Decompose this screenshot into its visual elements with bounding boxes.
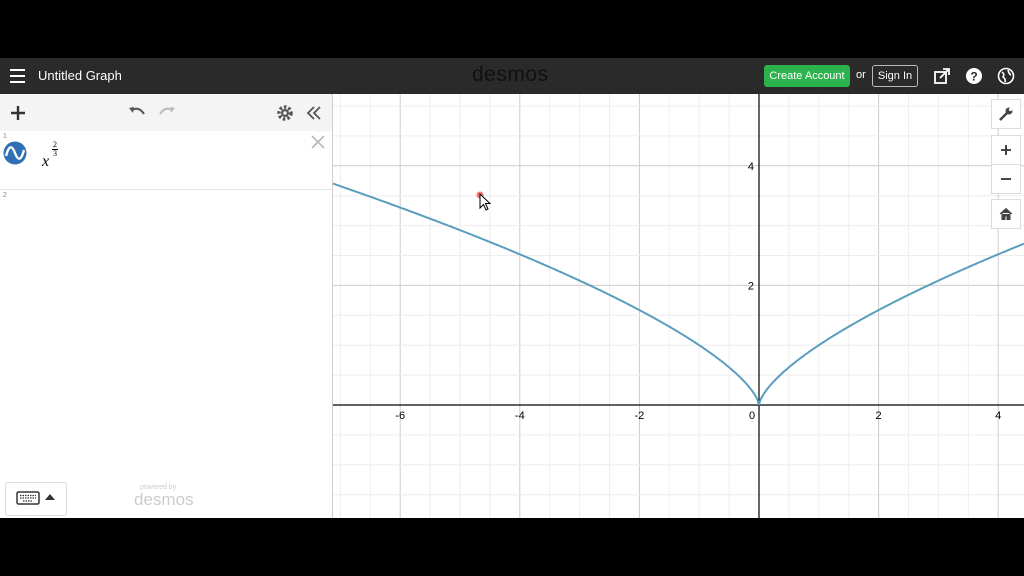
expression-list-panel: 1 x 2 3 2 powered by desmos (0, 94, 333, 518)
graph-title[interactable]: Untitled Graph (38, 68, 122, 83)
svg-text:?: ? (970, 70, 977, 84)
delete-expression-close-icon[interactable] (310, 134, 326, 150)
x-tick-label: -2 (635, 410, 645, 422)
settings-gear-icon[interactable] (275, 103, 295, 123)
redo-icon[interactable] (157, 103, 177, 123)
y-tick-label: 4 (748, 161, 754, 173)
expression-index: 1 (3, 133, 7, 140)
top-bar: Untitled Graph desmos Create Account or … (0, 58, 1024, 94)
expression-row[interactable]: 1 x 2 3 (0, 131, 332, 190)
or-label: or (856, 69, 866, 81)
mouse-pointer-icon (476, 191, 492, 211)
add-expression-plus-icon[interactable] (8, 103, 28, 123)
x-tick-label: 0 (749, 410, 755, 422)
home-icon (999, 207, 1013, 220)
keypad-toggle-button[interactable] (5, 482, 67, 516)
x-tick-label: 2 (876, 410, 882, 422)
zoom-out-button[interactable] (991, 164, 1021, 194)
x-tick-label: 4 (995, 410, 1001, 422)
math-exponent: 2 3 (52, 141, 58, 158)
graph-paper[interactable]: -6 -4 -2 0 2 4 2 4 (333, 94, 1024, 518)
wrench-icon (999, 107, 1013, 121)
y-tick-label: 2 (748, 280, 754, 292)
exponent-numerator: 2 (53, 140, 57, 149)
desmos-app: Untitled Graph desmos Create Account or … (0, 58, 1024, 518)
globe-icon[interactable] (997, 67, 1015, 85)
function-curve[interactable] (333, 182, 1024, 406)
grid-lines (333, 94, 1024, 518)
graph-settings-button[interactable] (991, 99, 1021, 129)
x-tick-label: -6 (395, 410, 405, 422)
caret-up-icon (45, 494, 55, 500)
zoom-in-plus-icon (1001, 145, 1011, 155)
axes (333, 94, 1024, 518)
exponent-denominator: 3 (53, 149, 57, 158)
default-viewport-button[interactable] (991, 199, 1021, 229)
keyboard-icon (16, 491, 40, 505)
create-account-button[interactable]: Create Account (764, 65, 850, 87)
help-icon[interactable]: ? (965, 67, 983, 85)
share-icon[interactable] (933, 67, 951, 85)
math-base: x (42, 153, 50, 170)
desmos-logo: desmos (472, 63, 549, 86)
zoom-in-button[interactable] (991, 135, 1021, 165)
expression-toolbar (0, 94, 332, 132)
hamburger-menu-icon[interactable] (10, 69, 25, 83)
sign-in-button[interactable]: Sign In (872, 65, 918, 87)
graph-color-toggle-icon[interactable] (3, 141, 27, 165)
undo-icon[interactable] (127, 103, 147, 123)
powered-by-desmos-logo: desmos (134, 490, 194, 509)
zoom-out-minus-icon (1001, 178, 1011, 180)
collapse-panel-icon[interactable] (304, 103, 324, 123)
expression-row-empty[interactable]: 2 (0, 190, 332, 230)
x-tick-label: -4 (515, 410, 525, 422)
expression-index: 2 (3, 192, 7, 199)
